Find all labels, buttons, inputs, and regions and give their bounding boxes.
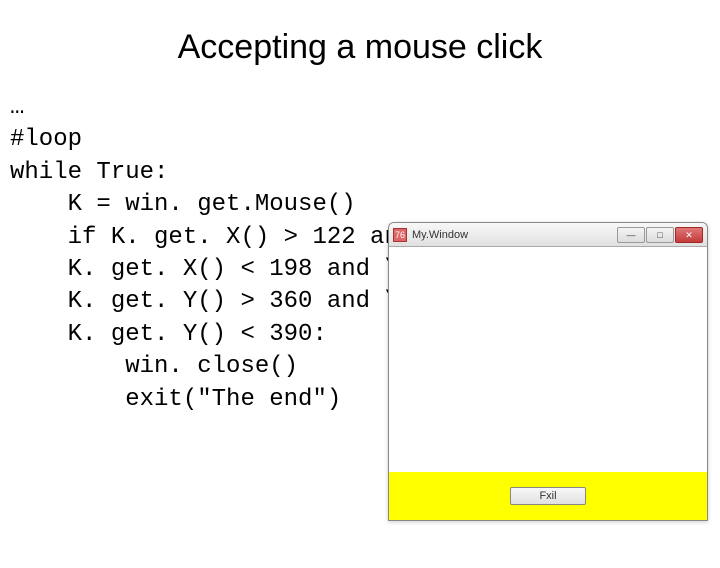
window-body [389,247,707,472]
window-title: My.Window [412,229,616,241]
window-controls: — □ ✕ [616,227,703,243]
minimize-button[interactable]: — [617,227,645,243]
page-title: Accepting a mouse click [0,28,720,67]
window-titlebar: 76 My.Window — □ ✕ [389,223,707,247]
close-button[interactable]: ✕ [675,227,703,243]
demo-window: 76 My.Window — □ ✕ Fxil [388,222,708,521]
exit-button[interactable]: Fxil [510,487,585,505]
maximize-button[interactable]: □ [646,227,674,243]
tk-icon: 76 [393,228,407,242]
window-footer: Fxil [389,472,707,520]
